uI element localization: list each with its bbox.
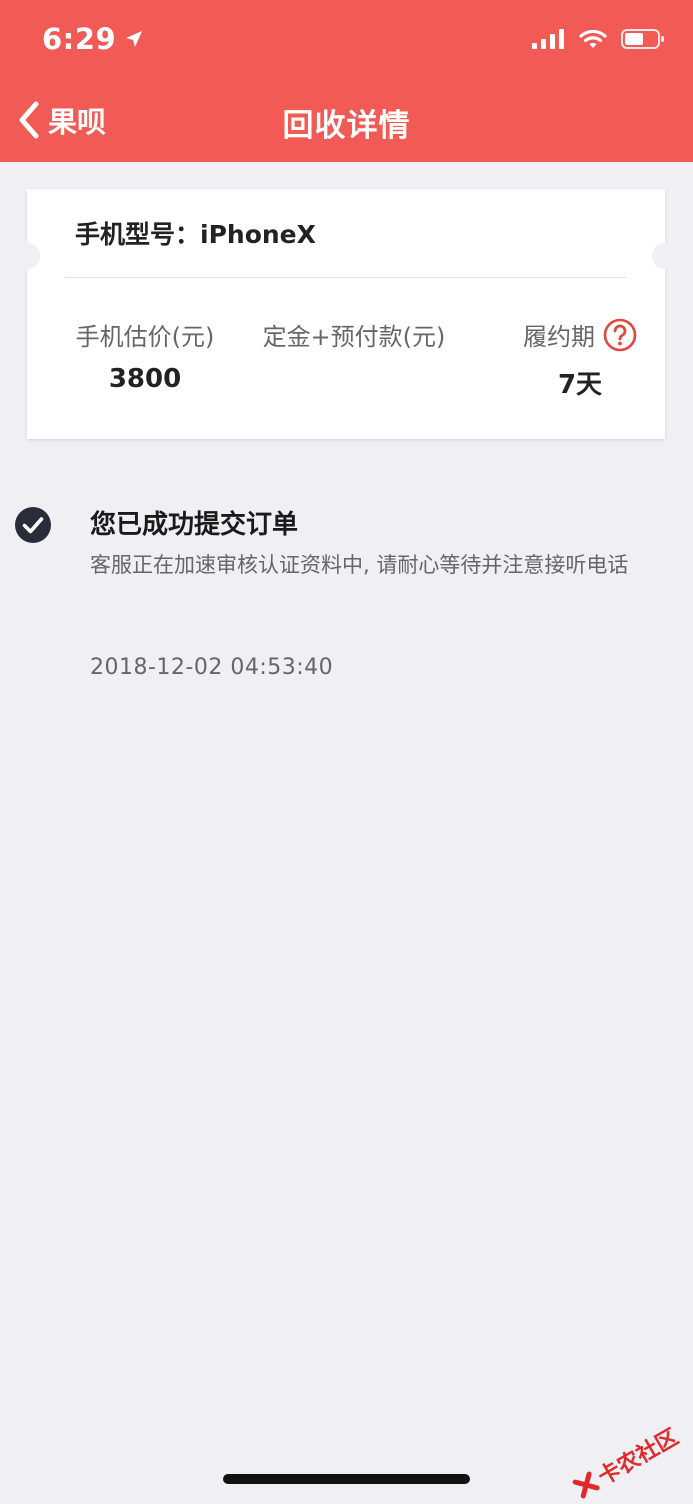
question-circle-icon[interactable]: [603, 318, 637, 352]
check-circle-icon: [15, 507, 51, 543]
deposit-prepay-column: 定金+预付款(元): [254, 317, 454, 394]
battery-icon: [621, 29, 664, 49]
status-time: 6:29: [42, 22, 144, 56]
cellular-signal-icon: [532, 29, 564, 49]
deposit-prepay-label: 定金+预付款(元): [254, 317, 454, 352]
card-divider: [65, 277, 627, 278]
page-title: 回收详情: [282, 108, 411, 144]
wifi-icon: [579, 29, 607, 48]
deposit-prepay-value: [254, 364, 454, 394]
estimate-price-column: 手机估价(元) 3800: [65, 317, 225, 394]
location-arrow-icon: [126, 31, 143, 47]
watermark: 卡农社区: [569, 1420, 684, 1504]
recycle-info-card: 手机型号： iPhoneX 手机估价(元) 3800 定金+预付款(元) 履约期…: [14, 189, 678, 439]
header: 6:29 果呗 回收详情: [0, 0, 693, 162]
estimate-price-label: 手机估价(元): [65, 317, 225, 352]
estimate-price-value: 3800: [108, 364, 182, 394]
contract-period-value: 7天: [557, 370, 603, 400]
deposit-prepay-label-text: 定金+预付款(元): [262, 323, 446, 351]
card-notch-left: [14, 243, 40, 269]
estimate-price-label-text: 手机估价(元): [75, 323, 215, 351]
contract-period-column: 履约期 7天: [515, 317, 645, 401]
status-title: 您已成功提交订单: [90, 510, 299, 540]
phone-model-value: iPhoneX: [200, 220, 316, 249]
contract-period-label-text: 履约期: [523, 323, 595, 351]
nav-bar: 果呗 回收详情: [0, 80, 693, 162]
status-time-text: 6:29: [42, 22, 117, 56]
watermark-text: 卡农社区: [594, 1424, 683, 1491]
status-description: 客服正在加速审核认证资料中, 请耐心等待并注意接听电话: [90, 553, 629, 577]
status-icons: [531, 28, 665, 50]
phone-model-row: 手机型号： iPhoneX: [75, 215, 316, 251]
contract-period-label: 履约期: [515, 317, 645, 352]
status-timestamp: 2018-12-02 04:53:40: [90, 655, 334, 680]
status-bar: 6:29: [0, 0, 693, 80]
phone-model-label: 手机型号：: [75, 220, 201, 249]
home-indicator[interactable]: [223, 1474, 470, 1484]
card-notch-right: [652, 243, 678, 269]
